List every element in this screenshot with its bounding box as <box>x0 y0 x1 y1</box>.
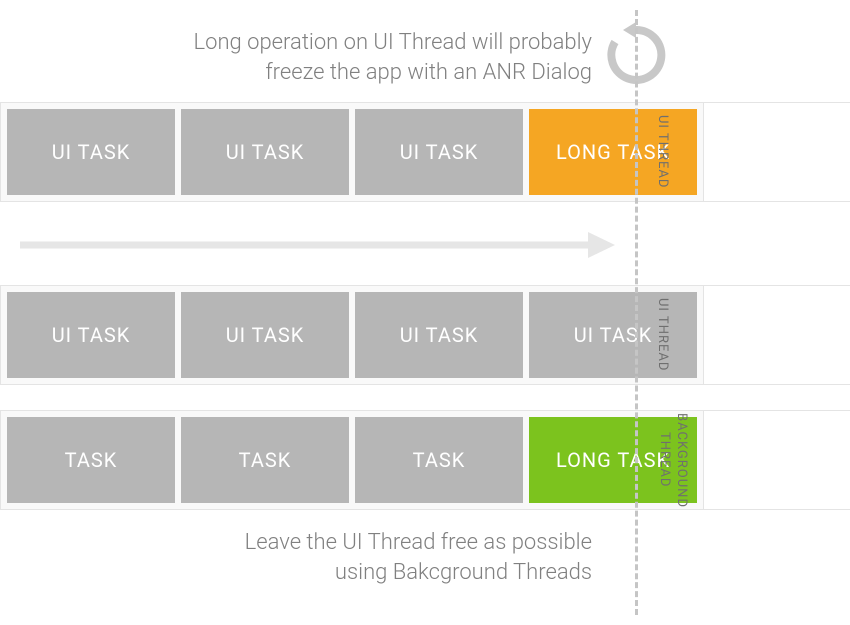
task-block: UI TASK <box>355 109 523 195</box>
thread-label-2: UI THREAD <box>655 285 670 385</box>
task-block: UI TASK <box>181 109 349 195</box>
task-block: UI TASK <box>7 292 175 378</box>
task-block: UI TASK <box>355 292 523 378</box>
top-caption-line2: freeze the app with an ANR Dialog <box>194 58 592 88</box>
bottom-caption: Leave the UI Thread free as possible usi… <box>245 528 592 587</box>
timeline-arrow-icon <box>20 230 615 260</box>
bottom-caption-line1: Leave the UI Thread free as possible <box>245 528 592 558</box>
long-task-block: LONG TASK <box>529 109 697 195</box>
task-block: TASK <box>7 417 175 503</box>
thread-row-2: UI TASK UI TASK UI TASK UI TASK <box>0 285 704 385</box>
task-block: TASK <box>181 417 349 503</box>
task-block: TASK <box>355 417 523 503</box>
thread-label-1: UI THREAD <box>655 102 670 202</box>
thread-row-3: TASK TASK TASK LONG TASK <box>0 410 704 510</box>
thread-row-1: UI TASK UI TASK UI TASK LONG TASK <box>0 102 704 202</box>
task-block: UI TASK <box>181 292 349 378</box>
bottom-caption-line2: using Bakcground Threads <box>245 558 592 588</box>
task-block: UI TASK <box>7 109 175 195</box>
top-caption: Long operation on UI Thread will probabl… <box>194 28 592 87</box>
task-block: UI TASK <box>529 292 697 378</box>
top-caption-line1: Long operation on UI Thread will probabl… <box>194 28 592 58</box>
thread-label-3: BACKGROUND THREAD <box>655 410 689 510</box>
divider-dashed <box>635 10 638 615</box>
